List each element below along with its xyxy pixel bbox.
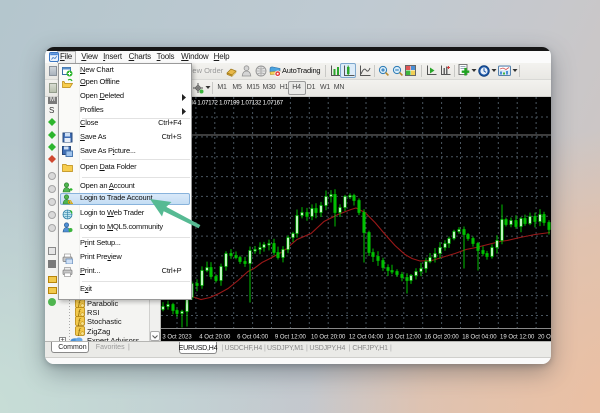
svg-text:16 Oct 20:00: 16 Oct 20:00: [424, 334, 459, 340]
svg-text:20 Oct 20:00: 20 Oct 20:00: [538, 334, 551, 340]
svg-text:6 Oct 04:00: 6 Oct 04:00: [237, 334, 269, 340]
svg-text:13 Oct 12:00: 13 Oct 12:00: [387, 334, 422, 340]
svg-text:18 Oct 04:00: 18 Oct 04:00: [462, 334, 497, 340]
svg-text:9 Oct 12:00: 9 Oct 12:00: [275, 334, 307, 340]
svg-text:4 Oct 20:00: 4 Oct 20:00: [199, 334, 231, 340]
svg-text:19 Oct 12:00: 19 Oct 12:00: [500, 334, 535, 340]
svg-text:10 Oct 20:00: 10 Oct 20:00: [311, 334, 346, 340]
svg-text:12 Oct 04:00: 12 Oct 04:00: [349, 334, 384, 340]
svg-text:3 Oct 2023: 3 Oct 2023: [162, 334, 192, 340]
